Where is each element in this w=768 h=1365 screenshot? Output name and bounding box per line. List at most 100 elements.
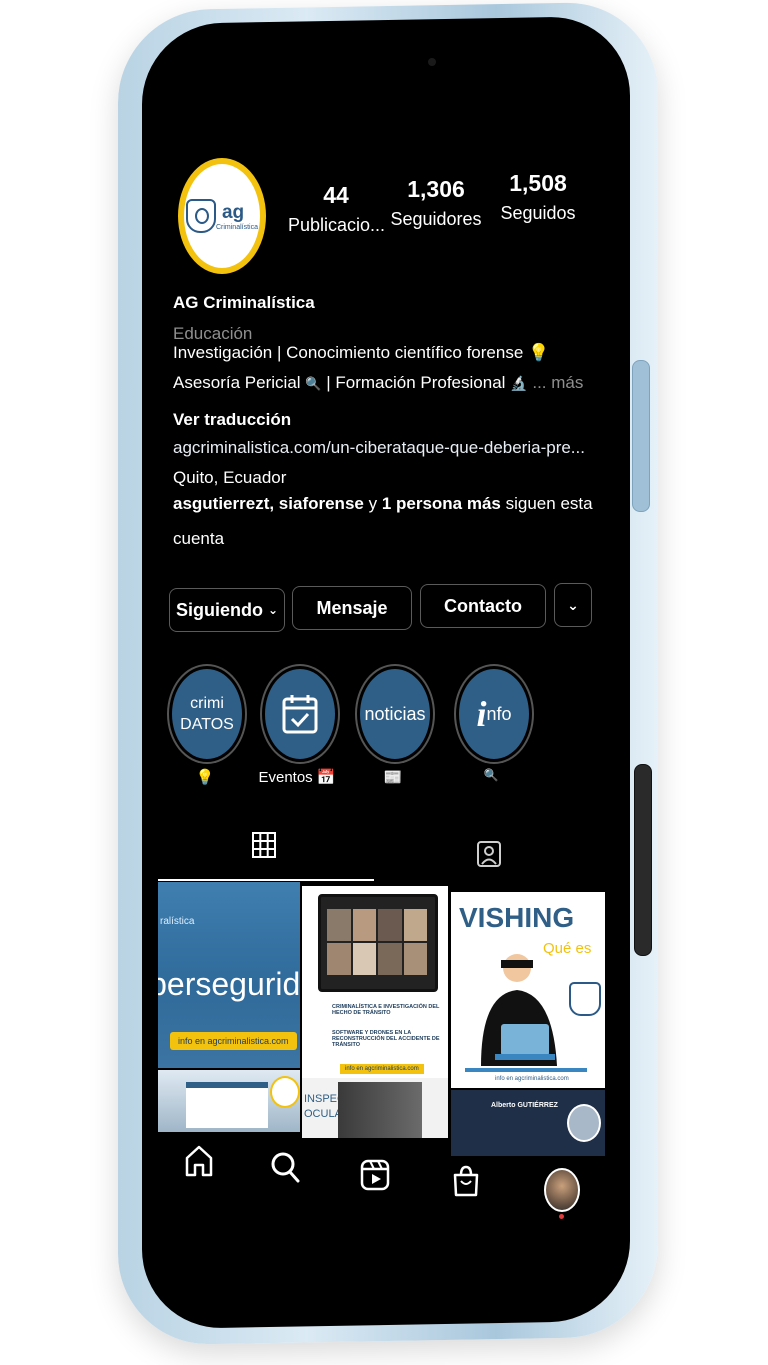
- post-tile-4[interactable]: [158, 1070, 300, 1132]
- participant: [327, 943, 351, 975]
- post-tile-2-line2: SOFTWARE Y DRONES EN LA RECONSTRUCCIÓN D…: [332, 1030, 440, 1048]
- highlight-crimidatos-title: crimi DATOS: [180, 693, 234, 735]
- highlight-info[interactable]: i nfo: [456, 666, 532, 762]
- more-link[interactable]: ... más: [532, 373, 583, 392]
- participant: [352, 943, 376, 975]
- stat-posts-label: Publicacio...: [288, 215, 386, 235]
- post-tile-3-bar: [465, 1068, 587, 1072]
- profile-link[interactable]: agcriminalistica.com/un-ciberataque-que-…: [173, 438, 585, 458]
- nav-profile[interactable]: [544, 1168, 580, 1219]
- post-tile-2-line1: CRIMINALÍSTICA E INVESTIGACIÓN DEL HECHO…: [332, 1004, 440, 1016]
- post-tile-2[interactable]: CRIMINALÍSTICA E INVESTIGACIÓN DEL HECHO…: [302, 886, 448, 1078]
- profile-avatar-small: [544, 1168, 580, 1212]
- message-button[interactable]: Mensaje: [292, 586, 412, 630]
- bio-line-1: Investigación | Conocimiento científico …: [173, 343, 549, 363]
- tagged-person-icon: [477, 841, 501, 867]
- front-camera: [428, 58, 436, 66]
- side-button-top: [632, 360, 650, 512]
- participant: [378, 943, 402, 975]
- post-tile-6-portrait: [567, 1104, 601, 1142]
- participant: [352, 909, 376, 941]
- nav-home[interactable]: [184, 1144, 214, 1183]
- highlight-eventos-label: Eventos 📅: [258, 769, 336, 786]
- chevron-down-icon: ⌄: [567, 596, 579, 613]
- followed-by-more: 1 persona más: [381, 494, 501, 513]
- contact-button[interactable]: Contacto: [420, 584, 546, 628]
- followed-by-names: asgutierrezt, siaforense: [173, 494, 364, 513]
- nav-shop[interactable]: [452, 1164, 480, 1203]
- following-button-label: Siguiendo: [175, 599, 263, 620]
- highlight-info-i: i: [476, 694, 487, 734]
- post-tile-1-text: ciberseguridad: [158, 966, 300, 1003]
- bio-line-2-text: Asesoría Pericial: [173, 373, 301, 392]
- stat-followers[interactable]: 1,306 Seguidores: [390, 176, 482, 230]
- followed-by-rest: siguen esta: [505, 494, 593, 513]
- shield-icon: [185, 199, 216, 233]
- notification-dot: [559, 1214, 564, 1219]
- nav-search[interactable]: [270, 1150, 300, 1189]
- stat-followers-label: Seguidores: [390, 209, 482, 229]
- stat-posts[interactable]: 44 Publicacio...: [288, 182, 386, 236]
- post-tile-6[interactable]: Alberto GUTIÉRREZ: [451, 1090, 605, 1156]
- participant: [378, 909, 402, 941]
- post-tile-5-photo: [338, 1082, 422, 1138]
- video-participants: [327, 909, 427, 975]
- highlight-info-label: 🔍: [483, 768, 499, 782]
- post-tile-3-footer: info en agcriminalistica.com: [495, 1076, 569, 1082]
- profile-avatar[interactable]: ag Criminalística: [178, 158, 266, 274]
- building-shape: [186, 1082, 268, 1128]
- translate-link[interactable]: Ver traducción: [173, 410, 291, 430]
- nav-reels[interactable]: [360, 1158, 390, 1197]
- grid-icon: [252, 832, 276, 858]
- stat-posts-value: 44: [323, 182, 349, 208]
- profile-name: AG Criminalística: [173, 293, 315, 312]
- search-icon: [271, 1152, 300, 1183]
- video-call-screen: [318, 894, 438, 992]
- participant: [403, 909, 427, 941]
- post-tile-5-text: INSPEC OCULAR: [304, 1093, 350, 1120]
- post-tile-2-footer: info en agcriminalistica.com: [340, 1064, 424, 1074]
- magnifier-icon: 🔍: [305, 376, 322, 391]
- bio-line-2b-text: | Formación Profesional: [326, 373, 506, 392]
- post-tile-3-title: VISHING: [459, 902, 575, 933]
- highlight-crimidatos-label: 💡: [195, 769, 215, 786]
- tab-grid-indicator: [158, 879, 374, 881]
- reels-icon: [360, 1159, 390, 1191]
- highlight-crimidatos-title-a: crimi: [190, 695, 224, 712]
- followed-by-and: y: [368, 494, 378, 513]
- participant: [403, 943, 427, 975]
- participant: [327, 909, 351, 941]
- profile-category: Educación: [173, 324, 253, 343]
- highlight-eventos[interactable]: [262, 666, 338, 762]
- logo-subtext: Criminalística: [215, 223, 258, 231]
- highlight-noticias-title: noticias: [364, 703, 426, 724]
- highlight-crimidatos-title-b: DATOS: [180, 716, 234, 733]
- post-tile-1-word: ciberseguridad: [158, 966, 300, 1002]
- following-button[interactable]: Siguiendo ⌄: [169, 588, 285, 632]
- post-tile-4-logo: [270, 1076, 300, 1108]
- post-tile-3[interactable]: VISHING Qué es info en agcriminalistica.…: [451, 892, 605, 1088]
- post-tile-1[interactable]: ralística ciberseguridad info en agcrimi…: [158, 882, 300, 1068]
- hacker-illustration: [481, 954, 557, 1066]
- post-tile-6-name: Alberto GUTIÉRREZ: [491, 1102, 558, 1109]
- profile-location: Quito, Ecuador: [173, 468, 287, 487]
- highlight-info-rest: nfo: [486, 703, 512, 724]
- followed-by-rest-2: cuenta: [173, 529, 225, 548]
- side-button-bottom: [634, 764, 652, 956]
- home-icon: [185, 1145, 213, 1177]
- stat-following-value: 1,508: [509, 170, 567, 196]
- tab-tagged[interactable]: [476, 838, 502, 873]
- microscope-icon: 🔬: [510, 375, 528, 391]
- stat-followers-value: 1,306: [407, 176, 465, 202]
- bio-line-2: Asesoría Pericial 🔍 | Formación Profesio…: [173, 373, 583, 393]
- post-tile-3-logo: [569, 982, 601, 1016]
- calendar-check-icon: [282, 695, 318, 734]
- highlight-noticias[interactable]: noticias: [357, 666, 433, 762]
- highlight-crimidatos[interactable]: crimi DATOS: [169, 666, 245, 762]
- post-tile-5[interactable]: INSPEC OCULAR: [302, 1078, 448, 1138]
- stat-following-label: Seguidos: [500, 203, 576, 223]
- followed-by[interactable]: asgutierrezt, siaforense y 1 persona más…: [173, 494, 593, 514]
- suggestions-button[interactable]: ⌄: [554, 583, 592, 627]
- tab-grid[interactable]: [252, 832, 276, 863]
- stat-following[interactable]: 1,508 Seguidos: [496, 170, 580, 224]
